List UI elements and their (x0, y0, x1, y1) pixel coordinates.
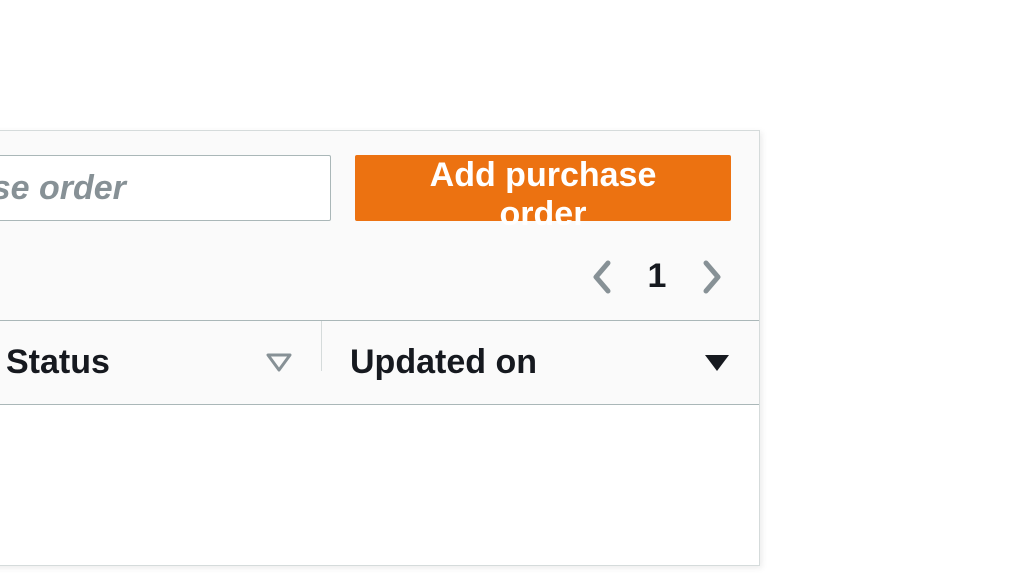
column-label-updated-on: Updated on (350, 343, 537, 382)
column-header-updated-on[interactable]: Updated on (322, 321, 759, 404)
sort-updated-on-button[interactable] (703, 352, 731, 374)
pagination-next-button[interactable] (695, 259, 731, 295)
column-label-status: Status (6, 343, 110, 382)
add-purchase-order-button[interactable]: Add purchase order (355, 155, 731, 221)
column-header-status[interactable]: Status (0, 321, 321, 404)
table-header: Status Updated on (0, 320, 759, 405)
chevron-left-icon (590, 259, 612, 295)
pagination-current-page: 1 (647, 257, 667, 296)
pagination: 1 (0, 239, 759, 320)
sort-status-button[interactable] (265, 352, 293, 374)
pagination-prev-button[interactable] (583, 259, 619, 295)
search-input[interactable] (0, 155, 331, 221)
chevron-right-icon (702, 259, 724, 295)
purchase-orders-panel: Add purchase order 1 Status Updated on (0, 130, 760, 566)
toolbar: Add purchase order (0, 131, 759, 239)
table-body (0, 405, 759, 565)
sort-unsorted-icon (265, 352, 293, 374)
sort-desc-icon (703, 352, 731, 374)
